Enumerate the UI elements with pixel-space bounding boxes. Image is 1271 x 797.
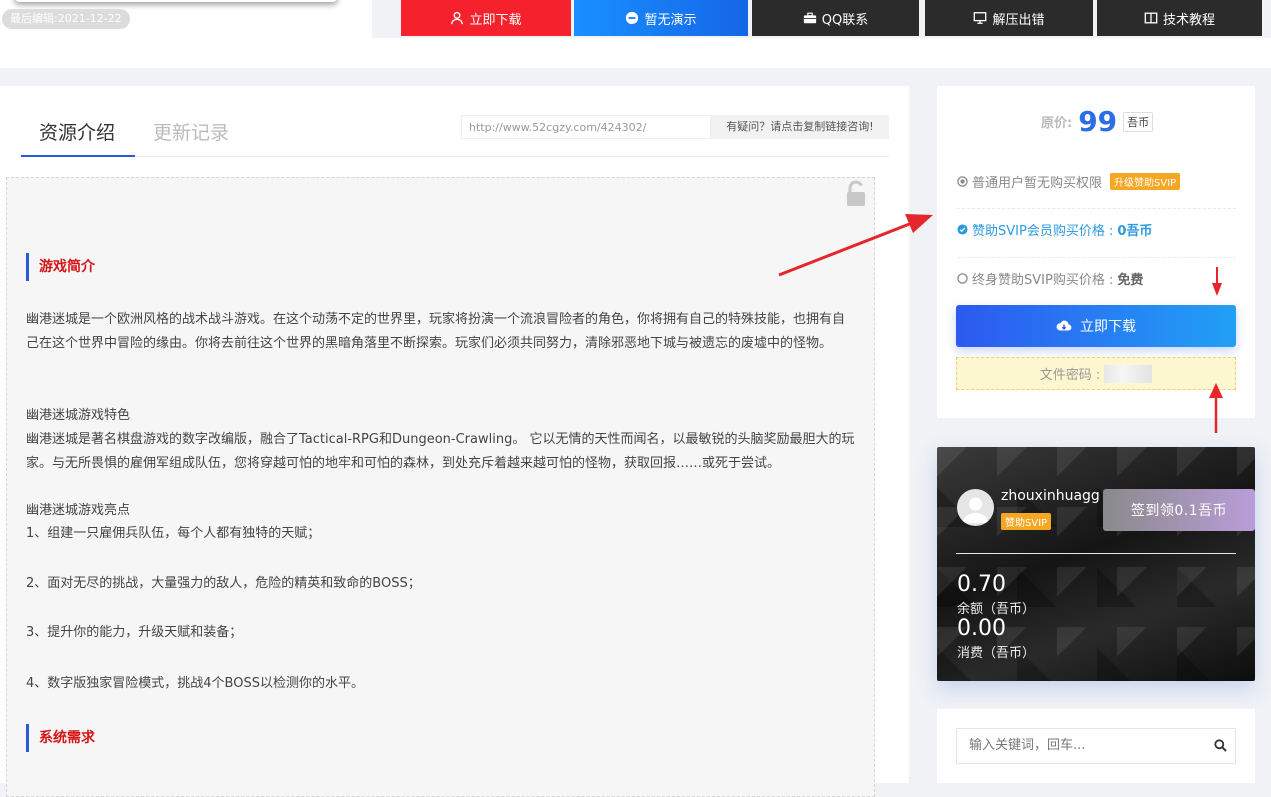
- balance-value: 0.70: [957, 572, 1006, 597]
- intro-paragraph: 幽港迷城是一个欧洲风格的战术战斗游戏。在这个动荡不定的世界里，玩家将扮演一个流浪…: [26, 312, 846, 351]
- share-url-field[interactable]: http://www.52cgzy.com/424302/: [461, 115, 711, 139]
- search-icon[interactable]: [1214, 739, 1227, 752]
- unlock-icon: [847, 180, 865, 206]
- avatar[interactable]: [957, 489, 994, 526]
- price-unit: 吾币: [1123, 111, 1154, 132]
- normal-user-text: 普通用户暂无购买权限: [972, 176, 1103, 191]
- divider: [957, 257, 1236, 258]
- qq-contact-button[interactable]: QQ联系: [752, 0, 919, 36]
- highlights-heading: 幽港迷城游戏亮点: [26, 503, 131, 518]
- divider: [957, 208, 1236, 209]
- dot-circle-icon: [957, 176, 968, 187]
- download-top-button[interactable]: 立即下载: [401, 0, 571, 36]
- section-title-intro: 游戏简介: [26, 253, 95, 281]
- balance-label: 余额（吾币）: [957, 602, 1036, 617]
- minus-circle-icon: [626, 11, 639, 25]
- sign-in-button[interactable]: 签到领0.1吾币: [1103, 489, 1255, 531]
- file-password-box[interactable]: 文件密码 :: [956, 357, 1236, 390]
- tab-divider: [21, 156, 889, 157]
- file-password-label: 文件密码 :: [1039, 368, 1101, 383]
- demo-button[interactable]: 暂无演示: [574, 0, 748, 36]
- annotation-arrow-head: [905, 214, 933, 233]
- lifetime-price-row: 终身赞助SVIP购买价格 : 免费: [957, 269, 1143, 288]
- lifetime-price-value: 免费: [1117, 273, 1144, 288]
- user-icon: [451, 11, 464, 25]
- qq-contact-label: QQ联系: [821, 12, 869, 28]
- article-content: [6, 177, 875, 797]
- active-tab-indicator: [21, 155, 135, 157]
- price-value: 99: [1078, 105, 1118, 138]
- price-row: 原价: 99 吾币: [1041, 105, 1154, 138]
- tutorial-label: 技术教程: [1162, 12, 1215, 28]
- book-icon: [1144, 12, 1158, 24]
- user-divider: [956, 553, 1236, 554]
- normal-user-permission: 普通用户暂无购买权限 升级赞助SVIP: [957, 172, 1181, 191]
- spent-label: 消费（吾币）: [957, 646, 1036, 661]
- header-meta: 最后编辑:2021-12-22: [0, 0, 372, 38]
- section-title-requirements: 系统需求: [26, 724, 95, 752]
- tab-resource-intro[interactable]: 资源介绍: [39, 118, 115, 145]
- highlight-item: 1、组建一只雇佣兵队伍，每个人都有独特的天赋；: [26, 526, 321, 541]
- cloud-download-icon: [1056, 320, 1072, 331]
- svip-price-row: 赞助SVIP会员购买价格 : 0吾币: [957, 220, 1152, 239]
- lifetime-price-label: 终身赞助SVIP购买价格 :: [972, 273, 1114, 288]
- header-spacer: [0, 38, 1271, 68]
- user-avatar-icon: [962, 497, 989, 523]
- unzip-error-button[interactable]: 解压出错: [925, 0, 1093, 36]
- search-input[interactable]: 输入关键词，回车...: [956, 728, 1236, 764]
- user-svip-badge: 赞助SVIP: [1001, 513, 1052, 530]
- circle-icon: [957, 273, 968, 284]
- upgrade-svip-badge[interactable]: 升级赞助SVIP: [1110, 173, 1181, 190]
- highlight-item: 3、提升你的能力，升级天赋和装备；: [26, 625, 243, 640]
- copy-link-button[interactable]: 有疑问？请点击复制链接咨询!: [711, 115, 889, 139]
- features-heading: 幽港迷城游戏特色: [26, 408, 131, 423]
- download-button[interactable]: 立即下载: [956, 305, 1236, 347]
- download-top-label: 立即下载: [469, 12, 522, 28]
- features-paragraph: 幽港迷城是著名棋盘游戏的数字改编版，融合了Tactical-RPG和Dungeo…: [26, 432, 855, 471]
- monitor-icon: [974, 12, 987, 24]
- briefcase-icon: [803, 12, 816, 24]
- price-label: 原价:: [1041, 116, 1073, 131]
- tutorial-button[interactable]: 技术教程: [1097, 0, 1262, 36]
- password-blur: [1104, 364, 1153, 383]
- last-edited-badge: 最后编辑:2021-12-22: [2, 9, 130, 29]
- spent-value: 0.00: [957, 616, 1006, 641]
- svip-price-label: 赞助SVIP会员购买价格 :: [972, 224, 1114, 239]
- check-circle-icon: [957, 224, 968, 235]
- unzip-error-label: 解压出错: [992, 12, 1045, 28]
- highlight-item: 2、面对无尽的挑战，大量强力的敌人，危险的精英和致命的BOSS；: [26, 576, 421, 591]
- tab-update-log[interactable]: 更新记录: [153, 118, 229, 145]
- demo-label: 暂无演示: [644, 12, 697, 28]
- download-button-label: 立即下载: [1080, 319, 1136, 335]
- svip-price-value: 0吾币: [1117, 224, 1153, 239]
- username: zhouxinhuagg: [1001, 488, 1100, 504]
- highlight-item: 4、数字版独家冒险模式，挑战4个BOSS以检测你的水平。: [26, 676, 364, 691]
- header-shadow: [14, 0, 338, 2]
